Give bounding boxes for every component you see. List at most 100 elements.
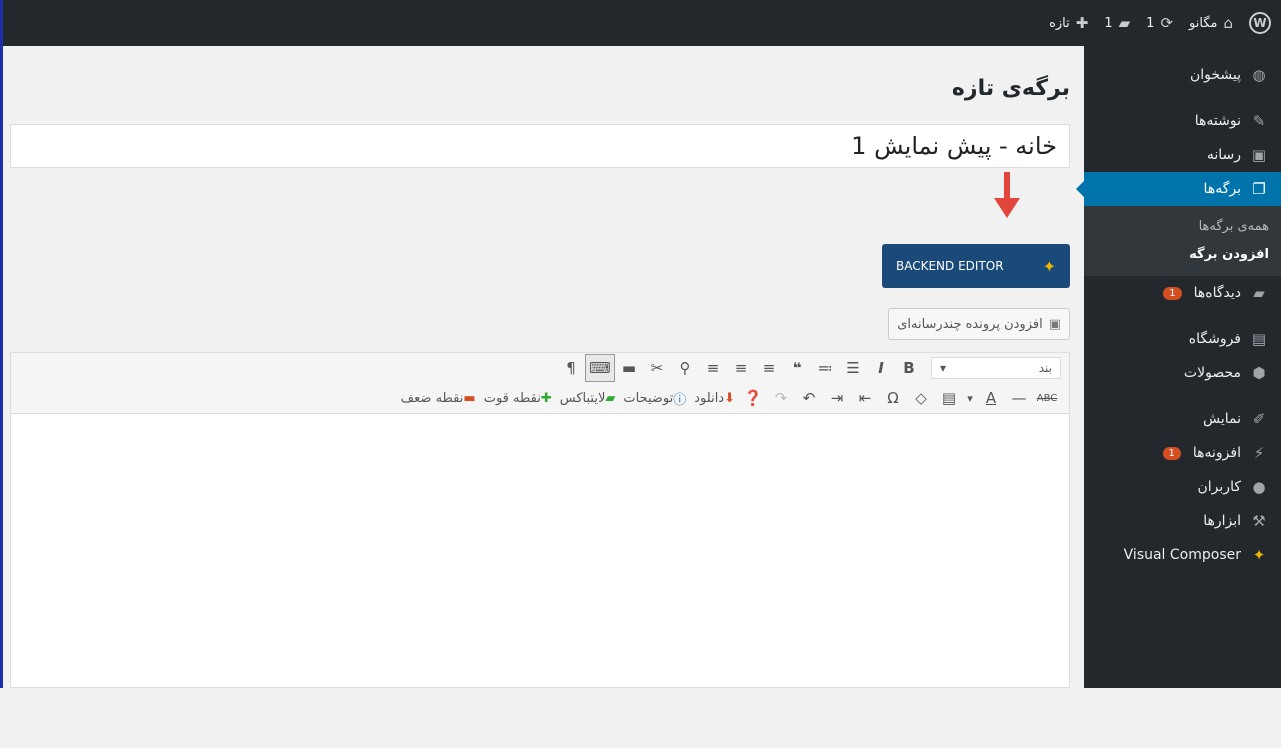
comments-menu[interactable]: ▰ 1: [1104, 14, 1130, 32]
comment-icon: ▰: [1118, 14, 1131, 32]
brush-icon: ✐: [1252, 410, 1266, 428]
download-button[interactable]: ⬇ دانلود: [690, 385, 739, 411]
pin-icon: ✎: [1252, 112, 1266, 130]
strength-button[interactable]: ✚ نقطه قوت: [480, 385, 556, 411]
text-color-icon[interactable]: A: [977, 385, 1005, 411]
new-content-menu[interactable]: ✚ تازه: [1049, 14, 1088, 32]
editor-body[interactable]: [11, 414, 1069, 748]
sidebar-item-products[interactable]: ⬢ محصولات: [1084, 356, 1281, 390]
sidebar-item-visual-composer[interactable]: ✦ Visual Composer: [1084, 538, 1281, 572]
weakness-label: نقطه ضعف: [400, 390, 464, 406]
sidebar-item-dashboard[interactable]: ◍ پیشخوان: [1084, 58, 1281, 92]
sidebar-item-pages[interactable]: ❐ برگه‌ها: [1076, 172, 1281, 206]
indent-icon[interactable]: ⇥: [823, 385, 851, 411]
backend-editor-button[interactable]: BACKEND EDITOR ✦: [882, 244, 1070, 288]
sidebar-item-label: دیدگاه‌ها: [1193, 285, 1241, 301]
bold-icon[interactable]: B: [895, 355, 923, 381]
toolbar-toggle-icon[interactable]: ⌨: [585, 354, 615, 382]
sidebar-item-appearance[interactable]: ✐ نمایش: [1084, 402, 1281, 436]
site-name: مگانو: [1189, 15, 1218, 31]
pages-icon: ❐: [1252, 180, 1266, 198]
bullet-list-icon[interactable]: ☰: [839, 355, 867, 381]
wordpress-logo-icon: W: [1249, 12, 1271, 34]
notes-button[interactable]: ⓘ توضیحات: [619, 385, 690, 411]
chevron-down-icon[interactable]: ▾: [963, 385, 977, 411]
sidebar-item-label: برگه‌ها: [1203, 181, 1241, 197]
sidebar-item-label: ابزارها: [1203, 513, 1241, 529]
download-icon: ⬇: [724, 390, 735, 406]
admin-sidebar: ◍ پیشخوان ✎ نوشته‌ها ▣ رسانه ❐ برگه‌ها ه…: [1076, 46, 1281, 688]
media-icon: ▣: [1048, 316, 1061, 332]
user-icon: ●: [1252, 478, 1266, 496]
media-icon: ▣: [1251, 146, 1267, 164]
sidebar-item-comments[interactable]: ▰ دیدگاه‌ها 1: [1084, 276, 1281, 310]
align-right-icon[interactable]: ≡: [699, 355, 727, 381]
sidebar-item-tools[interactable]: ⚒ ابزارها: [1084, 504, 1281, 538]
sidebar-item-plugins[interactable]: ⚡ افزونه‌ها 1: [1084, 436, 1281, 470]
content-editor[interactable]: بند ▾ B I ☰ ≔ ❝ ≡ ≡ ≡ ⚲ ✂ ▬ ⌨ ¶ ABC — A: [10, 352, 1070, 688]
woo-icon: ▤: [1251, 330, 1267, 348]
italic-icon[interactable]: I: [867, 355, 895, 381]
special-char-icon[interactable]: Ω: [879, 385, 907, 411]
wrench-icon: ⚒: [1252, 512, 1266, 530]
download-label: دانلود: [694, 390, 725, 406]
unlink-icon[interactable]: ✂: [643, 355, 671, 381]
sidebar-item-posts[interactable]: ✎ نوشته‌ها: [1084, 104, 1281, 138]
box-icon: ⬢: [1252, 364, 1266, 382]
link-icon[interactable]: ⚲: [671, 355, 699, 381]
redo-icon[interactable]: ↷: [767, 385, 795, 411]
post-title-input[interactable]: [10, 124, 1070, 168]
add-media-button[interactable]: ▣ افزودن پرونده چندرسانه‌ای: [888, 308, 1070, 340]
submenu-add-page[interactable]: افزودن برگه: [1084, 240, 1281, 268]
align-center-icon[interactable]: ≡: [727, 355, 755, 381]
pages-submenu: همه‌ی برگه‌ها افزودن برگه: [1084, 206, 1281, 276]
add-media-label: افزودن پرونده چندرسانه‌ای: [897, 316, 1043, 332]
page-title: برگه‌ی تازه: [951, 76, 1070, 101]
info-icon: ⓘ: [673, 392, 687, 408]
clear-format-icon[interactable]: ◇: [907, 385, 935, 411]
sidebar-item-users[interactable]: ● کاربران: [1084, 470, 1281, 504]
plus-icon: ✚: [540, 390, 552, 406]
sidebar-item-label: Visual Composer: [1123, 547, 1241, 563]
updates-menu[interactable]: ⟳ 1: [1146, 14, 1173, 32]
wp-logo-menu[interactable]: W: [1249, 12, 1271, 34]
comment-icon: ▰: [1253, 284, 1265, 302]
format-select[interactable]: بند ▾: [931, 357, 1061, 379]
paste-text-icon[interactable]: ▤: [935, 385, 963, 411]
format-value: بند: [1038, 361, 1052, 375]
sidebar-item-label: رسانه: [1206, 147, 1241, 163]
backend-editor-label: BACKEND EDITOR: [896, 259, 1004, 273]
outdent-icon[interactable]: ⇤: [851, 385, 879, 411]
plugins-badge: 1: [1162, 446, 1181, 460]
updates-count: 1: [1146, 15, 1155, 31]
sidebar-item-shop[interactable]: ▤ فروشگاه: [1084, 322, 1281, 356]
sidebar-item-label: نوشته‌ها: [1194, 113, 1241, 129]
sidebar-item-label: محصولات: [1183, 365, 1241, 381]
align-left-icon[interactable]: ≡: [755, 355, 783, 381]
vc-icon: ✦: [1042, 256, 1056, 276]
sidebar-item-label: نمایش: [1202, 411, 1241, 427]
sidebar-item-label: فروشگاه: [1188, 331, 1241, 347]
strikethrough-icon[interactable]: ABC: [1033, 385, 1061, 411]
plus-icon: ✚: [1075, 14, 1089, 32]
read-more-icon[interactable]: ▬: [615, 355, 643, 381]
plugin-icon: ⚡: [1253, 444, 1265, 462]
lightbox-icon: ▰: [605, 390, 616, 406]
home-icon: ⌂: [1223, 14, 1233, 32]
sidebar-item-media[interactable]: ▣ رسانه: [1084, 138, 1281, 172]
comments-count: 1: [1104, 15, 1113, 31]
refresh-icon: ⟳: [1160, 14, 1174, 32]
blockquote-icon[interactable]: ❝: [783, 355, 811, 381]
site-name-menu[interactable]: ⌂ مگانو: [1189, 14, 1233, 32]
numbered-list-icon[interactable]: ≔: [811, 355, 839, 381]
submenu-all-pages[interactable]: همه‌ی برگه‌ها: [1084, 212, 1281, 240]
editor-toolbar: بند ▾ B I ☰ ≔ ❝ ≡ ≡ ≡ ⚲ ✂ ▬ ⌨ ¶ ABC — A: [11, 353, 1069, 414]
help-icon[interactable]: ❓: [739, 385, 767, 411]
undo-icon[interactable]: ↶: [795, 385, 823, 411]
weakness-button[interactable]: ▬ نقطه ضعف: [397, 385, 480, 411]
lightbox-button[interactable]: ▰ لایتباکس: [556, 385, 620, 411]
paragraph-icon[interactable]: ¶: [557, 355, 585, 381]
toolbar-row-2: ABC — A ▾ ▤ ◇ Ω ⇤ ⇥ ↶ ↷ ❓ ⬇ دانلود ⓘ توض…: [11, 383, 1069, 413]
strength-label: نقطه قوت: [483, 390, 541, 406]
horizontal-line-icon[interactable]: —: [1005, 385, 1033, 411]
